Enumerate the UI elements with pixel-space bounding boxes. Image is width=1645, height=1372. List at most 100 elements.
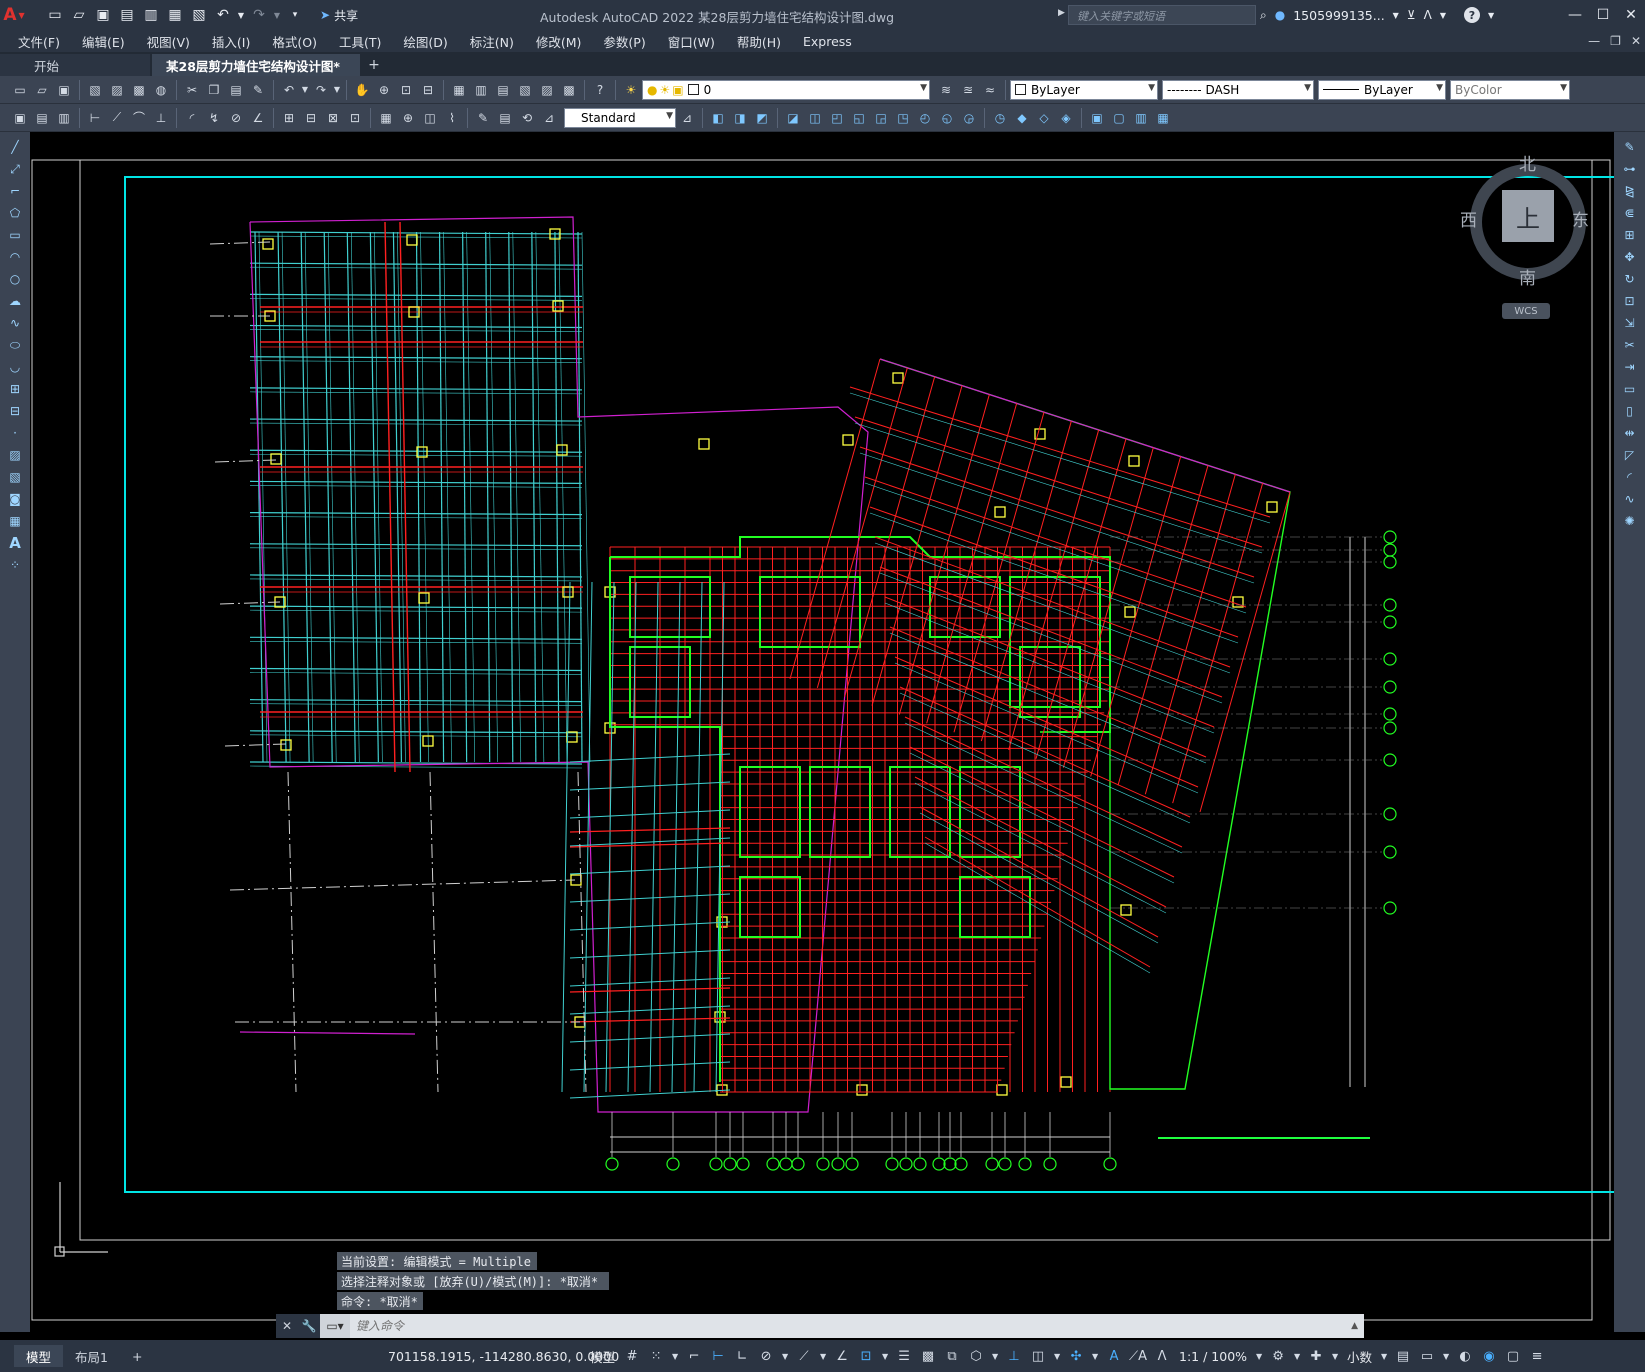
grid-icon[interactable]: # [621, 1344, 643, 1368]
user-dropdown-icon[interactable]: ▼ [1393, 11, 1399, 20]
sheet-set-icon[interactable]: ▧ [515, 80, 535, 100]
undo-icon[interactable]: ↶ [212, 4, 234, 26]
add-selected-icon[interactable]: ⁘ [4, 555, 26, 575]
open-folder-icon[interactable]: ▱ [68, 4, 90, 26]
isolate-objects-icon[interactable]: ◐ [1454, 1344, 1476, 1368]
autocad-logo-icon[interactable]: A ▼ [0, 0, 28, 30]
menu-draw[interactable]: 绘图(D) [392, 32, 458, 51]
workspace-icon[interactable]: ⚙ [1267, 1344, 1289, 1368]
annotation-scale-value[interactable]: 1:1 / 100% [1175, 1349, 1251, 1364]
object-snap-icon[interactable]: ⊡ [855, 1344, 877, 1368]
stretch-icon[interactable]: ⇲ [1619, 313, 1641, 333]
units-dropdown-icon[interactable]: ▼ [1329, 1344, 1341, 1368]
user-name[interactable]: 1505999135... [1293, 8, 1384, 23]
polar-dropdown-icon[interactable]: ▼ [779, 1344, 791, 1368]
customize-qat-icon[interactable]: ▾ [284, 4, 306, 26]
insert-block-icon[interactable]: ⊞ [4, 379, 26, 399]
line-icon[interactable]: ╱ [4, 137, 26, 157]
sphere-icon[interactable]: ◈ [1056, 108, 1076, 128]
help-icon[interactable]: ? [1464, 7, 1480, 23]
section-plane-icon[interactable]: ◶ [959, 108, 979, 128]
compass-south[interactable]: 南 [1519, 264, 1536, 289]
construction-line-icon[interactable]: ⤢ [4, 159, 26, 179]
fillet-icon[interactable]: ◜ [1619, 467, 1641, 487]
menu-help[interactable]: 帮助(H) [726, 32, 792, 51]
tolerance-icon[interactable]: ▦ [376, 108, 396, 128]
command-scroll-icon[interactable]: ▲ [1345, 1321, 1364, 1331]
close-icon[interactable]: ✕ [1617, 0, 1645, 30]
chamfer-icon[interactable]: ◸ [1619, 445, 1641, 465]
tab-layout1[interactable]: 布局1 [63, 1345, 120, 1367]
ellipse-arc-icon[interactable]: ◡ [4, 357, 26, 377]
user-icon[interactable]: ● [1275, 8, 1285, 22]
snap-icon[interactable]: ⁙ [645, 1344, 667, 1368]
zoom-realtime-icon[interactable]: ⊕ [374, 80, 394, 100]
color-dropdown[interactable]: ByLayer ▼ [1010, 79, 1158, 100]
new-icon[interactable]: ▭ [10, 80, 30, 100]
tab-drawing[interactable]: 某28层剪力墙住宅结构设计图* [152, 54, 360, 76]
lineweight-dropdown[interactable]: ByLayer ▼ [1318, 79, 1446, 100]
insert-block-icon[interactable]: ▤ [32, 108, 52, 128]
design-center-icon[interactable]: ▥ [471, 80, 491, 100]
dim-style-manager-icon[interactable]: ⊿ [677, 108, 697, 128]
object-snap-dropdown-icon[interactable]: ▼ [879, 1344, 891, 1368]
mesh-icon[interactable]: ▣ [1087, 108, 1107, 128]
sweep-icon[interactable]: ◱ [849, 108, 869, 128]
annotation-scale-dropdown-icon[interactable]: ▼ [1253, 1344, 1265, 1368]
menu-file[interactable]: 文件(F) [0, 32, 71, 51]
layer-properties-icon[interactable]: ☀ [621, 80, 641, 100]
redo-dropdown-icon[interactable]: ▼ [333, 80, 341, 100]
point-icon[interactable]: · [4, 423, 26, 443]
isodraft-icon[interactable]: ⟋ [793, 1344, 815, 1368]
blend-curves-icon[interactable]: ∿ [1619, 489, 1641, 509]
move-icon[interactable]: ✥ [1619, 247, 1641, 267]
menu-modify[interactable]: 修改(M) [525, 32, 593, 51]
box-icon[interactable]: ◷ [990, 108, 1010, 128]
subtract-icon[interactable]: ◨ [730, 108, 750, 128]
dimstyle-dropdown[interactable]: Standard ▼ [564, 107, 676, 128]
polygon-icon[interactable]: ⬠ [4, 203, 26, 223]
slice-icon[interactable]: ◳ [893, 108, 913, 128]
search-expand-icon[interactable]: ▶ [1058, 8, 1065, 18]
object-snap-tracking-icon[interactable]: ∠ [831, 1344, 853, 1368]
open-web-icon[interactable]: ▥ [140, 4, 162, 26]
plot-icon[interactable]: ▧ [188, 4, 210, 26]
angular-dim-icon[interactable]: ∠ [248, 108, 268, 128]
inspect-icon[interactable]: ◫ [420, 108, 440, 128]
minimize-icon[interactable]: — [1561, 0, 1589, 30]
extrude-icon[interactable]: ◪ [783, 108, 803, 128]
paste-icon[interactable]: ▤ [226, 80, 246, 100]
ordinate-dim-icon[interactable]: ⊥ [151, 108, 171, 128]
dim-update-icon[interactable]: ⟲ [517, 108, 537, 128]
units-value[interactable]: 小数 [1343, 1347, 1376, 1366]
lock-ui-icon[interactable]: ▭ [1416, 1344, 1438, 1368]
isodraft-dropdown-icon[interactable]: ▼ [817, 1344, 829, 1368]
doc-minimize-icon[interactable]: — [1588, 34, 1600, 48]
arc-icon[interactable]: ◠ [4, 247, 26, 267]
rectangle-icon[interactable]: ▭ [4, 225, 26, 245]
publish-icon[interactable]: ▩ [129, 80, 149, 100]
menu-format[interactable]: 格式(O) [261, 32, 328, 51]
help-icon[interactable]: ? [590, 80, 610, 100]
menu-view[interactable]: 视图(V) [136, 32, 201, 51]
spline-icon[interactable]: ∿ [4, 313, 26, 333]
trim-icon[interactable]: ✂ [1619, 335, 1641, 355]
interfere-icon[interactable]: ◵ [937, 108, 957, 128]
thicken-icon[interactable]: ◴ [915, 108, 935, 128]
ellipse-icon[interactable]: ⬭ [4, 335, 26, 355]
compass-east[interactable]: 东 [1572, 206, 1589, 231]
3d-osnap-dropdown-icon[interactable]: ▼ [989, 1344, 1001, 1368]
break-at-point-icon[interactable]: ▭ [1619, 379, 1641, 399]
new-layout-button[interactable]: + [120, 1345, 154, 1367]
linetype-dropdown[interactable]: -------- DASH ▼ [1162, 79, 1314, 100]
explode-icon[interactable]: ✺ [1619, 511, 1641, 531]
redo-icon[interactable]: ↷ [311, 80, 331, 100]
doc-restore-icon[interactable]: ❐ [1610, 34, 1621, 48]
layer-states-icon[interactable]: ≈ [980, 80, 1000, 100]
cut-icon[interactable]: ✂ [182, 80, 202, 100]
plotstyle-dropdown[interactable]: ByColor ▼ [1450, 79, 1570, 100]
crease-icon[interactable]: ▦ [1153, 108, 1173, 128]
erase-icon[interactable]: ✎ [1619, 137, 1641, 157]
selection-filter-dropdown-icon[interactable]: ▼ [1051, 1344, 1063, 1368]
customize-command-icon[interactable]: 🔧 [298, 1314, 320, 1338]
